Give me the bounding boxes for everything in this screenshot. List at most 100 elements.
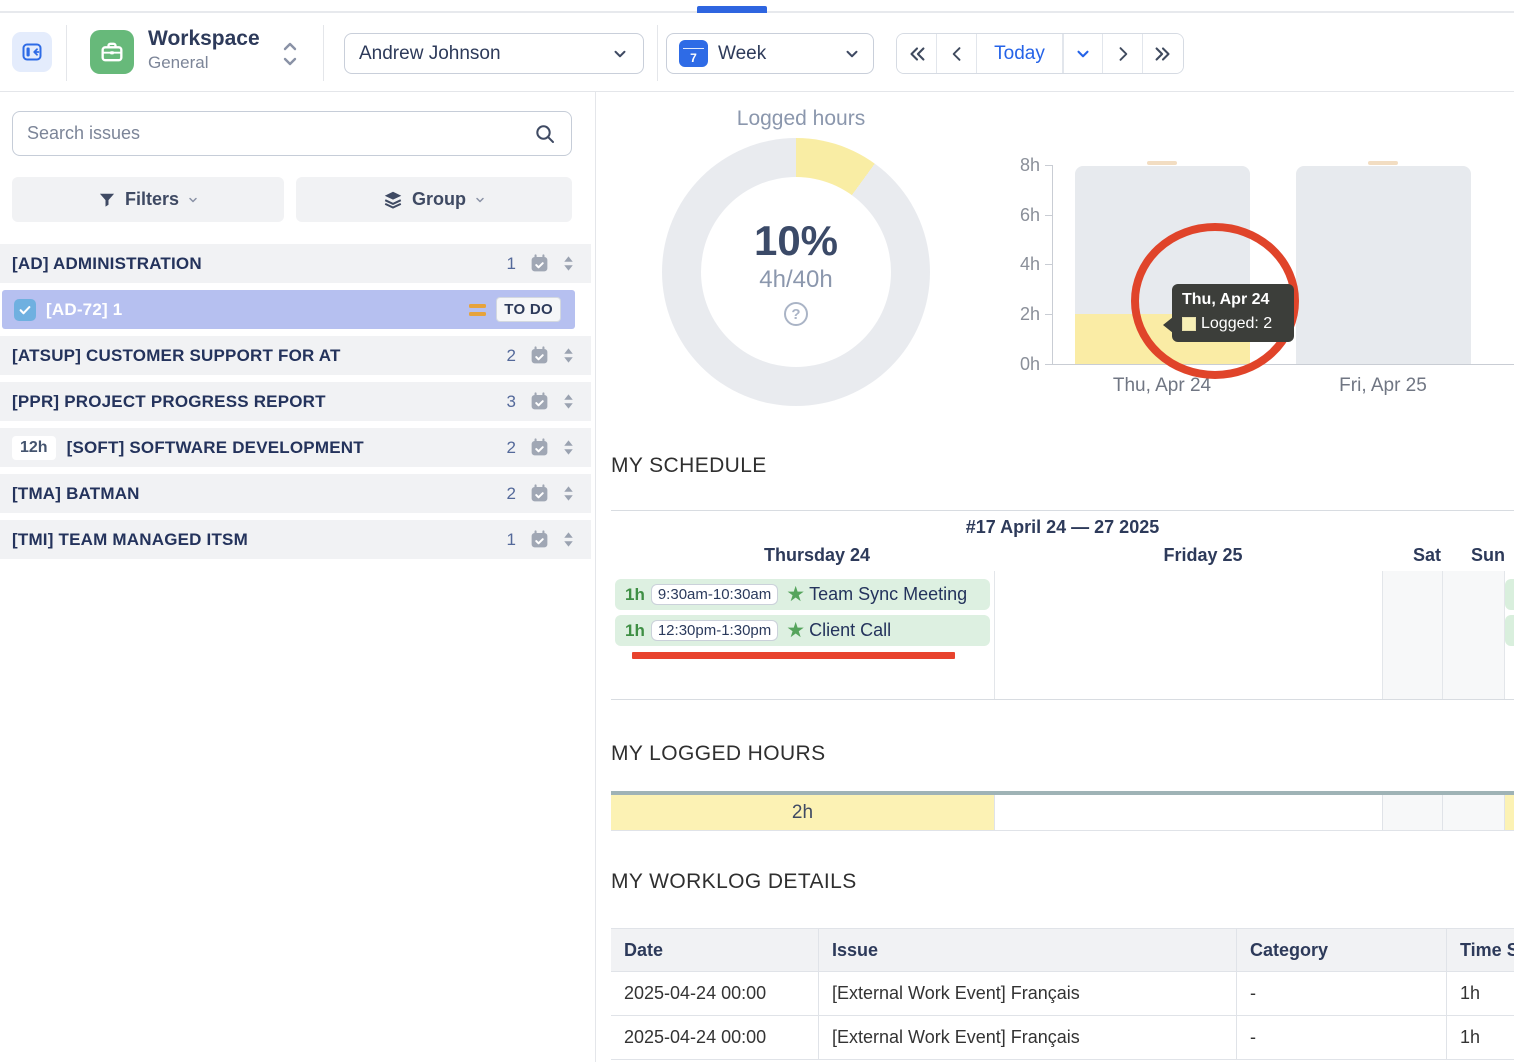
chevron-down-icon — [611, 45, 629, 63]
donut-center: 10% 4h/40h ? — [701, 177, 891, 367]
y-tick: 2h — [1000, 305, 1040, 323]
status-badge[interactable]: TO DO — [496, 297, 561, 322]
logged-cell-sliver — [1505, 795, 1514, 830]
filters-button[interactable]: Filters — [12, 177, 284, 222]
tick-mark — [1045, 215, 1052, 216]
logged-cell-sat[interactable] — [1383, 795, 1443, 830]
filter-icon — [97, 190, 117, 210]
filters-label: Filters — [125, 189, 179, 210]
list-item-ad-administration[interactable]: [AD] ADMINISTRATION 1 — [0, 244, 591, 283]
tick-mark — [1045, 264, 1052, 265]
period-select-value: Week — [718, 43, 843, 65]
workspace-subtitle: General — [148, 52, 260, 74]
logged-cell-thursday[interactable]: 2h — [611, 795, 995, 830]
schedule-table: #17 April 24 — 27 2025 Thursday 24 Frida… — [611, 510, 1514, 700]
col-date[interactable]: Date — [611, 929, 819, 971]
skip-back-button[interactable] — [897, 34, 937, 73]
checkbox-checked[interactable] — [14, 299, 36, 321]
cell-category: - — [1237, 1016, 1447, 1059]
calendar-week-icon: 7 — [679, 40, 708, 67]
chevron-down-icon — [843, 45, 861, 63]
period-select[interactable]: 7 Week — [666, 33, 874, 74]
workspace-chevron-updown-icon[interactable] — [281, 39, 299, 69]
header-divider — [323, 25, 324, 81]
header-divider — [66, 25, 67, 81]
list-item-ad-72-selected[interactable]: [AD-72] 1 TO DO — [2, 290, 575, 329]
event-sliver — [1505, 615, 1514, 646]
y-tick: 8h — [1000, 156, 1040, 174]
event-title: Client Call — [809, 620, 891, 641]
skip-forward-button[interactable] — [1143, 34, 1183, 73]
logged-hours-strip: 2h — [611, 791, 1514, 831]
worklog-heading: MY WORKLOG DETAILS — [611, 870, 857, 894]
calendar-check-icon[interactable] — [529, 483, 550, 504]
event-title: Team Sync Meeting — [809, 584, 967, 605]
sort-arrows-icon[interactable] — [560, 529, 577, 550]
bar-fri-apr-25[interactable] — [1296, 166, 1471, 364]
event-client-call[interactable]: 1h 12:30pm-1:30pm ★ Client Call — [615, 615, 990, 646]
sort-arrows-icon[interactable] — [560, 437, 577, 458]
list-item-tma[interactable]: [TMA] BATMAN 2 — [0, 474, 591, 513]
calendar-check-icon[interactable] — [529, 345, 550, 366]
col-category[interactable]: Category — [1237, 929, 1447, 971]
today-button[interactable]: Today — [977, 34, 1063, 73]
help-icon[interactable]: ? — [784, 302, 808, 326]
next-button[interactable] — [1103, 34, 1143, 73]
search-input[interactable] — [27, 123, 533, 144]
issue-count: 1 — [507, 254, 516, 274]
schedule-cell-sat[interactable] — [1383, 571, 1443, 699]
y-axis — [1052, 165, 1053, 365]
group-layers-icon — [382, 189, 404, 211]
priority-medium-icon — [469, 304, 486, 316]
col-issue[interactable]: Issue — [819, 929, 1237, 971]
calendar-check-icon[interactable] — [529, 391, 550, 412]
sort-arrows-icon[interactable] — [560, 483, 577, 504]
sort-arrows-icon[interactable] — [560, 391, 577, 412]
donut-percent: 10% — [754, 218, 838, 264]
calendar-check-icon[interactable] — [529, 529, 550, 550]
today-dropdown-caret[interactable] — [1063, 34, 1103, 73]
schedule-day-thursday: Thursday 24 — [625, 545, 1009, 566]
y-tick: 6h — [1000, 206, 1040, 224]
chart-tooltip: Thu, Apr 24 Logged: 2 — [1172, 284, 1294, 342]
list-item-soft[interactable]: 12h [SOFT] SOFTWARE DEVELOPMENT 2 — [0, 428, 591, 467]
logged-hours-donut: 10% 4h/40h ? — [662, 138, 930, 406]
tooltip-swatch-logged — [1182, 317, 1196, 331]
tick-mark — [1045, 165, 1052, 166]
logged-time-badge: 12h — [12, 436, 56, 460]
logged-cell-friday[interactable] — [995, 795, 1383, 830]
collapse-sidebar-icon — [20, 40, 44, 64]
workspace-switcher[interactable]: Workspace General — [148, 26, 260, 74]
logged-hours-heading: MY LOGGED HOURS — [611, 742, 825, 766]
list-item-ppr[interactable]: [PPR] PROJECT PROGRESS REPORT 3 — [0, 382, 591, 421]
date-navigation: Today — [896, 33, 1184, 74]
calendar-check-icon[interactable] — [529, 437, 550, 458]
event-time: 9:30am-10:30am — [651, 584, 778, 605]
tab-bar-edge — [0, 0, 1514, 13]
tooltip-title: Thu, Apr 24 — [1182, 291, 1284, 309]
star-icon: ★ — [786, 584, 805, 605]
sort-arrows-icon[interactable] — [560, 345, 577, 366]
worklog-row[interactable]: 2025-04-24 00:00 [External Work Event] F… — [611, 1016, 1514, 1060]
group-button[interactable]: Group — [296, 177, 572, 222]
collapse-sidebar-button[interactable] — [12, 32, 52, 72]
schedule-cell-friday[interactable] — [995, 571, 1383, 699]
worklog-row[interactable]: 2025-04-24 00:00 [External Work Event] F… — [611, 972, 1514, 1016]
previous-button[interactable] — [937, 34, 977, 73]
sort-arrows-icon[interactable] — [560, 253, 577, 274]
calendar-check-icon[interactable] — [529, 253, 550, 274]
user-select[interactable]: Andrew Johnson — [344, 33, 644, 74]
search-icon[interactable] — [533, 122, 557, 146]
logged-cell-sun[interactable] — [1443, 795, 1505, 830]
list-item-tmi[interactable]: [TMI] TEAM MANAGED ITSM 1 — [0, 520, 591, 559]
col-time-spent[interactable]: Time S — [1447, 929, 1514, 971]
event-team-sync-meeting[interactable]: 1h 9:30am-10:30am ★ Team Sync Meeting — [615, 579, 990, 610]
schedule-cell-sun[interactable] — [1443, 571, 1505, 699]
tooltip-label: Logged: 2 — [1201, 315, 1272, 333]
schedule-cells: 1h 9:30am-10:30am ★ Team Sync Meeting 1h… — [611, 571, 1514, 699]
schedule-cell-thursday[interactable]: 1h 9:30am-10:30am ★ Team Sync Meeting 1h… — [611, 571, 995, 699]
x-axis — [1052, 364, 1514, 365]
event-duration: 1h — [625, 585, 645, 605]
list-item-atsup[interactable]: [ATSUP] CUSTOMER SUPPORT FOR AT 2 — [0, 336, 591, 375]
search-box — [12, 111, 572, 156]
